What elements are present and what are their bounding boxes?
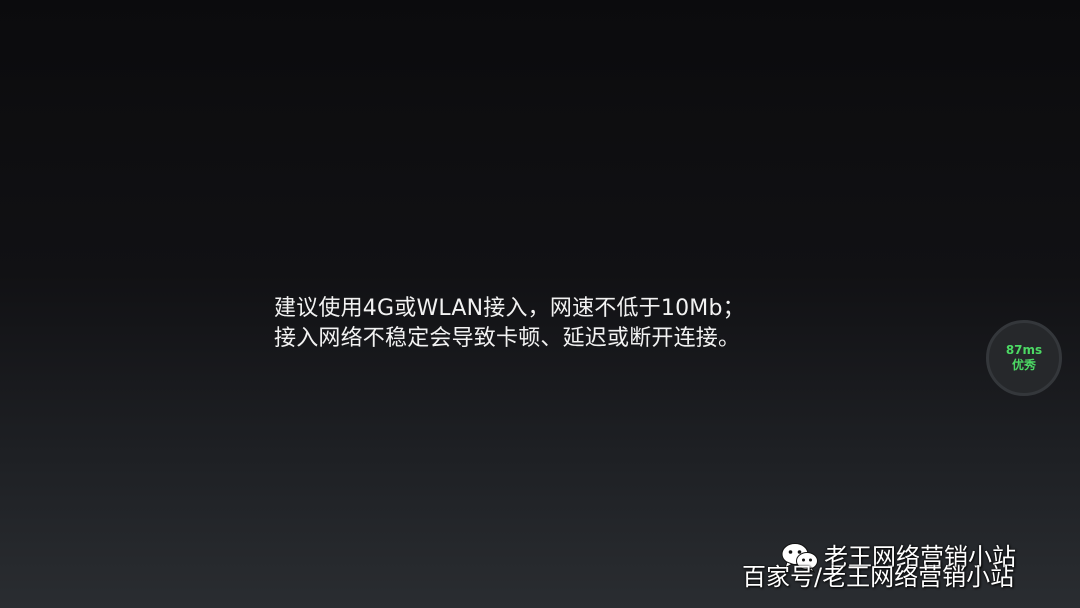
notice-line-2: 接入网络不稳定会导致卡顿、延迟或断开连接。 [274, 326, 741, 351]
network-notice: 建议使用4G或WLAN接入，网速不低于10Mb； 接入网络不稳定会导致卡顿、延迟… [274, 294, 894, 354]
latency-indicator: 87ms 优秀 [986, 320, 1062, 396]
loading-screen: 建议使用4G或WLAN接入，网速不低于10Mb； 接入网络不稳定会导致卡顿、延迟… [0, 0, 1080, 608]
notice-line-1: 建议使用4G或WLAN接入，网速不低于10Mb； [274, 296, 745, 321]
latency-quality: 优秀 [1011, 358, 1036, 372]
latency-value: 87ms [1005, 343, 1043, 357]
baijiahao-watermark: 百家号/老王网络营销小站 [742, 563, 1015, 591]
